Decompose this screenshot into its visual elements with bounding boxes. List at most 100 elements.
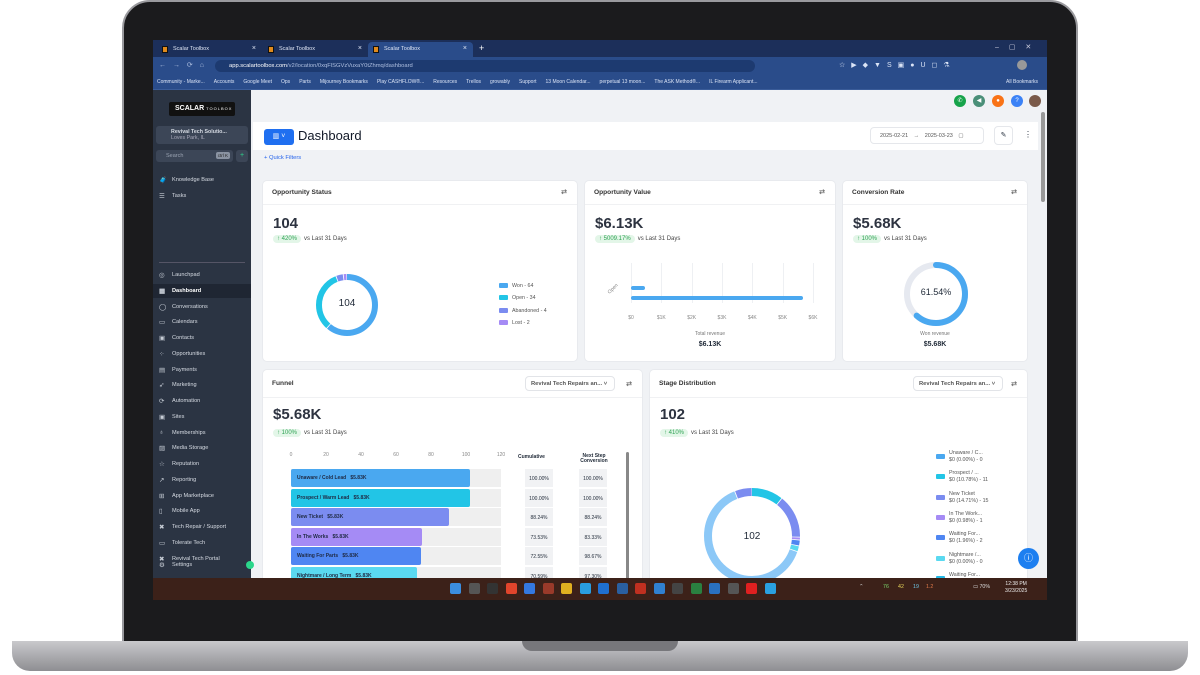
sidebar-item-knowledge-base[interactable]: 🧳 Knowledge Base [153,173,251,187]
sidebar-item-launchpad[interactable]: ◎ Launchpad [153,268,251,282]
taskbar-app-icon[interactable] [450,583,461,594]
bookmark[interactable]: Google Meet [243,79,272,85]
taskbar-app-icon[interactable] [709,583,720,594]
swap-icon[interactable]: ⇄ [561,188,567,196]
browser-tab[interactable]: Scalar Toolbox × [263,42,368,57]
legend-item[interactable]: Unaware / C... $0 (0.00%) - 0 [936,450,983,464]
taskbar-app-icon[interactable] [653,583,665,594]
funnel-bar[interactable]: Unaware / Cold Lead $5.83K [291,469,470,487]
sidebar-item-marketing[interactable]: ➶ Marketing [153,378,251,392]
sidebar-item-memberships[interactable]: ♁ Memberships [153,426,251,440]
sidebar-item-contacts[interactable]: ▣ Contacts [153,331,251,345]
collapse-sidebar-button[interactable] [246,561,254,569]
bookmark[interactable]: 13 Moon Calendar... [546,79,591,85]
bookmark[interactable]: Resources [433,79,457,85]
pipeline-select[interactable]: Revival Tech Repairs an... ˅ [913,376,1003,391]
sidebar-item-tech-repair-support[interactable]: ✖ Tech Repair / Support [153,520,251,534]
funnel-bar[interactable]: Waiting For Parts $5.83K [291,547,421,565]
bookmark[interactable]: Community - Marke... [157,79,205,85]
sidebar-item-media-storage[interactable]: ▨ Media Storage [153,441,251,455]
taskbar-app-icon[interactable] [524,583,535,594]
swap-icon[interactable]: ⇄ [626,380,632,388]
taskbar-app-icon[interactable] [505,583,517,594]
account-switcher[interactable]: Revival Tech Solutio... Loves Park, IL [156,126,248,144]
bookmark[interactable]: Ops [281,79,290,85]
legend-item[interactable]: Open - 34 [499,295,536,301]
user-avatar[interactable] [1029,95,1041,107]
bookmark[interactable]: The ASK Method®... [654,79,700,85]
legend-item[interactable]: Won - 64 [499,283,533,289]
sidebar-item-app-marketplace[interactable]: ⊞ App Marketplace [153,489,251,503]
window-controls[interactable]: – ▢ ✕ [995,43,1031,51]
bell-icon[interactable]: ● [992,95,1004,107]
taskbar-app-icon[interactable] [616,583,628,594]
taskbar-app-icon[interactable] [468,583,480,594]
announcement-icon[interactable]: ◀ [973,95,985,107]
sidebar-item-dashboard[interactable]: ▦ Dashboard [153,283,251,298]
swap-icon[interactable]: ⇄ [819,188,825,196]
sidebar-item-reporting[interactable]: ↗ Reporting [153,473,251,487]
taskbar-app-icon[interactable] [672,583,683,594]
quick-add-button[interactable]: + [236,150,248,162]
bookmark[interactable]: Trellos [466,79,481,85]
sidebar-item-sites[interactable]: ▣ Sites [153,410,251,424]
funnel-bar[interactable]: Prospect / Warm Lead $5.83K [291,488,470,507]
more-options-icon[interactable]: ⋮ [1024,130,1032,139]
scrollbar[interactable] [626,452,629,582]
sidebar-item-automation[interactable]: ⟳ Automation [153,394,251,408]
taskbar-app-icon[interactable] [690,583,702,594]
profile-avatar[interactable] [1017,60,1027,70]
sidebar-item-reputation[interactable]: ☆ Reputation [153,457,251,471]
browser-tab[interactable]: Scalar Toolbox × [157,42,262,57]
taskbar-app-icon[interactable] [487,583,498,594]
funnel-bar[interactable]: In The Works $5.83K [291,527,423,546]
bookmark[interactable]: Play CASHFLOW®... [377,79,424,85]
sidebar-item-opportunities[interactable]: ⁘ Opportunities [153,347,251,361]
date-range-picker[interactable]: 2025-02-21 → 2025-03-23 ▢ [870,127,984,144]
edit-dashboard-button[interactable]: ✎ [994,126,1013,145]
taskbar-app-icon[interactable] [579,583,591,594]
page-scrollbar[interactable] [1041,112,1045,202]
bookmark[interactable]: Accounts [214,79,235,85]
taskbar-app-icon[interactable] [764,583,776,594]
bookmark[interactable]: growably [490,79,510,85]
taskbar-app-icon[interactable] [635,583,646,594]
dashboard-switcher-button[interactable]: ▥ ˅ [264,129,294,145]
sidebar-item-calendars[interactable]: ▭ Calendars [153,315,251,329]
clock[interactable]: 12:38 PM 3/23/2025 [1005,581,1027,595]
value-bar[interactable] [631,286,645,290]
url-input[interactable]: app.scalartoolbox.com/v2/location/0xqFlS… [215,60,755,72]
legend-item[interactable]: New Ticket $0 (14.71%) - 15 [936,491,988,505]
sidebar-item-tolerate-tech[interactable]: ▭ Tolerate Tech [153,536,251,550]
chat-widget-button[interactable]: ⓘ [1018,548,1039,569]
close-tab-icon[interactable]: × [252,45,256,52]
sidebar-item-tasks[interactable]: ☰ Tasks [153,189,251,203]
legend-item[interactable]: Lost - 2 [499,320,530,326]
bookmark[interactable]: Mijourney Bookmarks [320,79,368,85]
browser-tab-active[interactable]: Scalar Toolbox × [368,42,473,57]
battery-icon[interactable]: ▭ 70% [973,584,990,590]
bookmark[interactable]: Support [519,79,537,85]
swap-icon[interactable]: ⇄ [1011,380,1017,388]
bookmark[interactable]: Parts [299,79,311,85]
extension-icons[interactable]: ☆▶◆▼S▣●U◻⚗ [839,61,956,69]
close-tab-icon[interactable]: × [463,45,467,52]
swap-icon[interactable]: ⇄ [1011,188,1017,196]
legend-item[interactable]: Nightmare /... $0 (0.00%) - 0 [936,552,983,566]
nav-buttons-icon[interactable]: ← → ⟳ ⌂ [159,61,204,69]
bookmark[interactable]: All Bookmarks [1006,79,1038,85]
bookmark[interactable]: perpetual 13 moon... [600,79,646,85]
close-tab-icon[interactable]: × [358,45,362,52]
value-bar[interactable] [631,296,804,300]
funnel-bar[interactable]: New Ticket $5.83K [291,508,449,526]
sidebar-item-settings[interactable]: ⚙ Settings [153,558,251,572]
taskbar-app-icon[interactable] [542,583,554,594]
quick-filters-button[interactable]: + Quick Filters [264,155,301,161]
taskbar-app-icon[interactable] [727,583,739,594]
search-input[interactable]: Search ctrl K [156,150,233,162]
taskbar-app-icon[interactable] [598,583,609,594]
tray-chevron-icon[interactable]: ⌃ [859,584,863,590]
help-icon[interactable]: ? [1011,95,1023,107]
sidebar-item-conversations[interactable]: ◯ Conversations [153,300,251,314]
taskbar-app-icon[interactable] [746,583,757,594]
